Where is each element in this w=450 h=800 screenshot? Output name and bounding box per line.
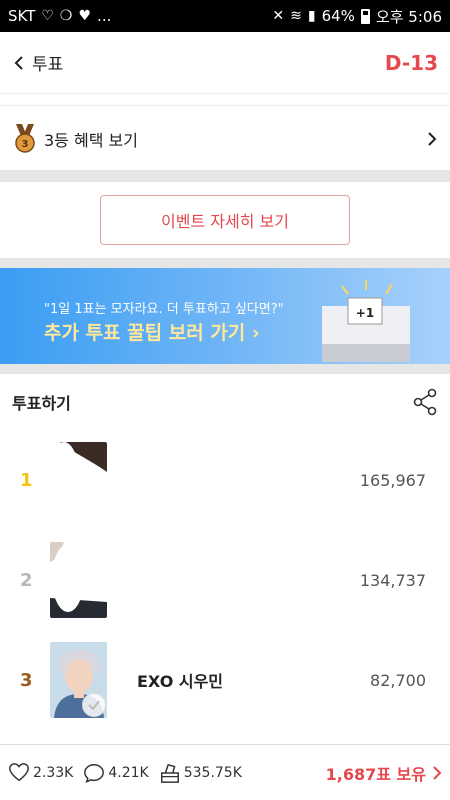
- vote-title: 투표하기: [12, 394, 71, 413]
- rank-number: 2: [20, 569, 33, 591]
- candidate-photo: [50, 442, 107, 518]
- status-left: SKT ♡ ❍ ♥ ...: [8, 7, 111, 25]
- event-details-button[interactable]: 이벤트 자세히 보기: [100, 195, 350, 245]
- comment-icon: [84, 763, 105, 783]
- comment-button[interactable]: 4.21K: [83, 762, 149, 784]
- ballot-box-icon: [160, 763, 179, 783]
- vote-count: 165,967: [359, 470, 426, 490]
- heart-icon: [9, 762, 29, 781]
- banner-title: 추가 투표 꿀팁 보러 가기 ›: [44, 318, 260, 345]
- battery-icon: [360, 8, 370, 24]
- app-header: 투표 D-13: [0, 32, 450, 94]
- section-divider: [0, 364, 450, 374]
- banner-subtitle: "1일 1표는 모자라요. 더 투표하고 싶다면?": [44, 302, 284, 317]
- owned-votes-button[interactable]: 1,687표 보유: [326, 761, 442, 785]
- chevron-right-icon: ›: [251, 322, 260, 344]
- like-count: 2.33K: [33, 764, 74, 781]
- status-bar: SKT ♡ ❍ ♥ ... ✕ ≋ ▮ 64% 오후 5:06: [0, 0, 450, 32]
- vote-header: 투표하기: [0, 374, 450, 430]
- extra-vote-banner[interactable]: "1일 1표는 모자라요. 더 투표하고 싶다면?" 추가 투표 꿀팁 보러 가…: [0, 268, 450, 364]
- divider: [0, 94, 450, 106]
- ranking-row[interactable]: 3 EXO 시우민 82,700: [0, 630, 450, 730]
- chevron-right-icon: [433, 765, 442, 780]
- back-button[interactable]: 투표: [12, 50, 63, 75]
- clock: 오후 5:06: [375, 7, 442, 26]
- signal-icon: ▮: [307, 8, 316, 24]
- check-icon: [82, 693, 106, 717]
- mute-icon: ✕: [272, 8, 285, 24]
- dday-counter: D-13: [384, 50, 438, 75]
- share-icon[interactable]: [412, 388, 438, 416]
- heart-notification-icon: ♥: [78, 8, 92, 24]
- vote-count: 82,700: [370, 670, 426, 690]
- ballot-box-icon: +1: [322, 280, 410, 362]
- chevron-right-icon: [428, 131, 437, 146]
- app-icon: ❍: [59, 8, 73, 24]
- more-notifications: ...: [97, 7, 112, 25]
- chevron-left-icon: [14, 55, 23, 70]
- candidate-photo: [50, 542, 107, 618]
- candidate-name: EXO 시우민: [137, 672, 224, 691]
- messenger-icon: ♡: [41, 8, 54, 24]
- vote-total: 535.75K: [183, 764, 242, 781]
- vote-count: 134,737: [359, 570, 426, 590]
- ranking-row[interactable]: 2 134,737: [0, 530, 450, 630]
- ranking-list: 1 165,967 2 134,737 3 EXO 시우민 82,700: [0, 430, 450, 730]
- carrier-label: SKT: [8, 7, 36, 25]
- rank-number: 1: [20, 469, 33, 491]
- rank-number: 3: [20, 669, 33, 691]
- owned-votes: 1,687표 보유: [325, 764, 426, 784]
- battery-percent: 64%: [321, 7, 355, 25]
- event-section: 이벤트 자세히 보기: [0, 182, 450, 258]
- bottom-bar: 2.33K 4.21K 535.75K 1,687표 보유: [0, 744, 450, 800]
- total-votes: 535.75K: [159, 762, 242, 784]
- comment-count: 4.21K: [108, 764, 149, 781]
- plus-one-badge: +1: [356, 306, 374, 320]
- ranking-row[interactable]: 1 165,967: [0, 430, 450, 530]
- banner-title-text: 추가 투표 꿀팁 보러 가기: [44, 322, 246, 344]
- svg-text:3: 3: [22, 139, 29, 150]
- bronze-medal-icon: 3: [15, 123, 35, 153]
- candidate-photo: [50, 642, 107, 718]
- wifi-icon: ≋: [290, 8, 302, 24]
- benefit-label: 3등 혜택 보기: [44, 130, 138, 150]
- status-right: ✕ ≋ ▮ 64% 오후 5:06: [272, 6, 442, 27]
- section-divider: [0, 170, 450, 182]
- like-button[interactable]: 2.33K: [8, 762, 73, 784]
- section-divider: [0, 258, 450, 268]
- benefit-row[interactable]: 3 3등 혜택 보기: [0, 107, 450, 170]
- back-label: 투표: [32, 55, 64, 75]
